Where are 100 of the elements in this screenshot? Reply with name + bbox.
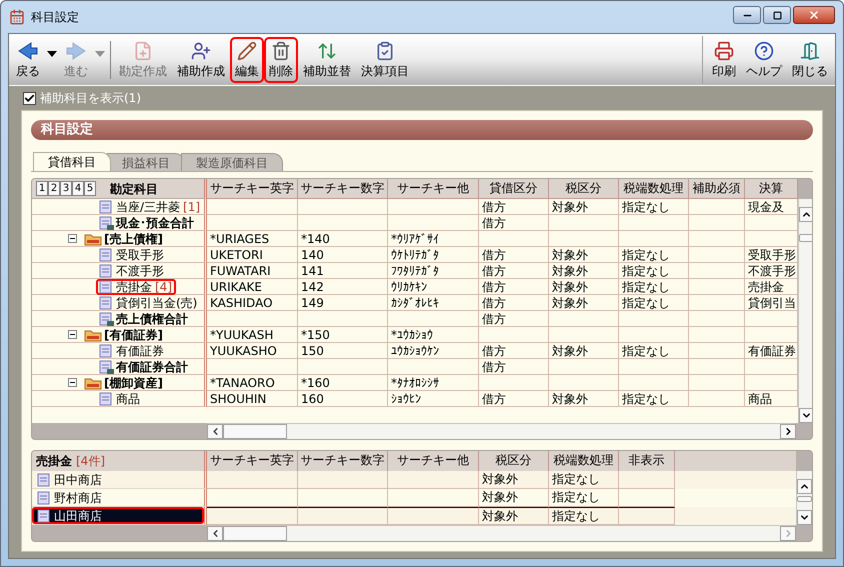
column-header: サーチキー数字	[298, 179, 388, 199]
level-button[interactable]: 2	[48, 181, 60, 196]
column-header: 補助必須	[689, 179, 745, 199]
scroll-right-button[interactable]	[780, 424, 796, 439]
toolbar-button[interactable]: 補助作成	[172, 36, 230, 82]
trash-icon	[271, 40, 291, 60]
horizontal-scrollbar[interactable]	[207, 525, 796, 541]
table-cell: ﾌﾜﾀﾘﾃｶﾞﾀ	[388, 263, 479, 279]
column-header: サーチキー英字	[207, 179, 298, 199]
level-button[interactable]: 1	[36, 181, 48, 196]
tab[interactable]: 貸借科目	[33, 152, 111, 171]
checkbox-label: 補助科目を表示(1)	[40, 90, 141, 107]
document-icon	[98, 200, 114, 214]
table-cell	[549, 375, 619, 391]
toolbar-button[interactable]: 印刷	[707, 36, 741, 82]
scroll-thumb[interactable]	[797, 496, 812, 502]
collapse-toggle[interactable]	[68, 378, 77, 387]
table-cell: 指定なし	[619, 391, 689, 407]
table-cell: ｼｮｳﾋﾝ	[388, 391, 479, 407]
up-down-arrows-icon	[317, 40, 337, 60]
table-row[interactable]: 山田商店 対象外 指定なし	[32, 507, 796, 525]
document-icon	[36, 472, 52, 486]
scroll-thumb[interactable]	[223, 424, 287, 439]
table-cell	[619, 327, 689, 343]
horizontal-scrollbar[interactable]	[207, 423, 796, 439]
scroll-down-button[interactable]	[799, 408, 812, 423]
table-cell: 借方	[479, 263, 549, 279]
toolbar-button[interactable]: 削除	[264, 36, 298, 82]
toolbar-button[interactable]: 戻る	[11, 36, 45, 82]
table-cell: 指定なし	[619, 279, 689, 295]
column-header: 税区分	[549, 179, 619, 199]
table-cell	[619, 311, 689, 327]
toolbar-button[interactable]: 閉じる	[787, 36, 833, 82]
tree-label: 不渡手形	[116, 264, 164, 278]
scroll-down-button[interactable]	[797, 510, 812, 525]
document-icon	[98, 392, 114, 406]
checkbox[interactable]	[23, 92, 36, 104]
panel-title: 科目設定	[41, 120, 93, 140]
table-cell: YUUKASHO	[207, 343, 298, 359]
printer-icon	[714, 40, 734, 60]
toolbar-button[interactable]: 補助並替	[298, 36, 356, 82]
column-header: 貸借区分	[479, 179, 549, 199]
table-cell: 150	[298, 343, 388, 359]
sub-account-name: 野村商店	[54, 490, 102, 504]
level-button[interactable]: 3	[60, 181, 72, 196]
document-icon	[36, 490, 52, 504]
table-cell: 対象外	[549, 199, 619, 215]
table-cell	[689, 295, 745, 311]
toolbar-button[interactable]: 決算項目	[356, 36, 414, 82]
count-label: [4]	[155, 280, 172, 294]
dropdown-caret-icon[interactable]	[47, 50, 57, 56]
scroll-thumb[interactable]	[223, 526, 287, 541]
minimize-button[interactable]	[733, 6, 761, 24]
scroll-thumb[interactable]	[799, 234, 812, 242]
table-cell	[689, 375, 745, 391]
tab[interactable]: 製造原価科目	[181, 153, 283, 171]
table-cell: 指定なし	[619, 199, 689, 215]
table-cell: 借方	[479, 199, 549, 215]
document-icon	[36, 508, 52, 522]
document-icon	[98, 280, 114, 294]
toolbar-button[interactable]: 編集	[230, 36, 264, 82]
scroll-up-button[interactable]	[799, 207, 812, 222]
close-button[interactable]	[793, 6, 835, 24]
table-cell: *TANAORO	[207, 375, 298, 391]
tree-label: 有価証券合計	[116, 360, 188, 374]
scroll-left-button[interactable]	[207, 526, 223, 541]
table-cell	[549, 231, 619, 247]
table-cell	[689, 263, 745, 279]
table-row[interactable]: 田中商店 対象外 指定なし	[32, 471, 796, 489]
checklist-icon	[375, 40, 395, 60]
table-cell	[549, 215, 619, 231]
sub-account-name: 山田商店	[54, 508, 102, 522]
pencil-icon	[237, 40, 257, 60]
file-plus-icon	[133, 40, 153, 60]
close-icon	[808, 9, 820, 21]
vertical-scrollbar[interactable]	[796, 471, 812, 525]
table-cell	[689, 311, 745, 327]
scroll-left-button[interactable]	[207, 424, 223, 439]
window-title: 科目設定	[31, 9, 79, 26]
level-button[interactable]: 5	[84, 181, 96, 196]
table-cell: 借方	[479, 247, 549, 263]
table-cell	[689, 231, 745, 247]
sum-document-icon	[98, 360, 114, 374]
toolbar-button[interactable]: ヘルプ	[741, 36, 787, 82]
table-cell: 借方	[479, 359, 549, 375]
vertical-scrollbar[interactable]	[798, 199, 812, 423]
collapse-toggle[interactable]	[68, 330, 77, 339]
collapse-toggle[interactable]	[68, 234, 77, 243]
maximize-button[interactable]	[763, 6, 791, 24]
table-cell	[689, 215, 745, 231]
table-cell: *ｳﾘｱｹﾞｻｲ	[388, 231, 479, 247]
tree-label: 現金･預金合計	[116, 216, 194, 230]
table-cell: 借方	[479, 215, 549, 231]
table-cell: 142	[298, 279, 388, 295]
tree-label: 受取手形	[116, 248, 164, 262]
table-cell	[689, 247, 745, 263]
level-button[interactable]: 4	[72, 181, 84, 196]
column-header: 勘定科目	[110, 180, 158, 198]
table-cell: ﾕｳｶｼｮｳｹﾝ	[388, 343, 479, 359]
scroll-up-button[interactable]	[797, 479, 812, 494]
